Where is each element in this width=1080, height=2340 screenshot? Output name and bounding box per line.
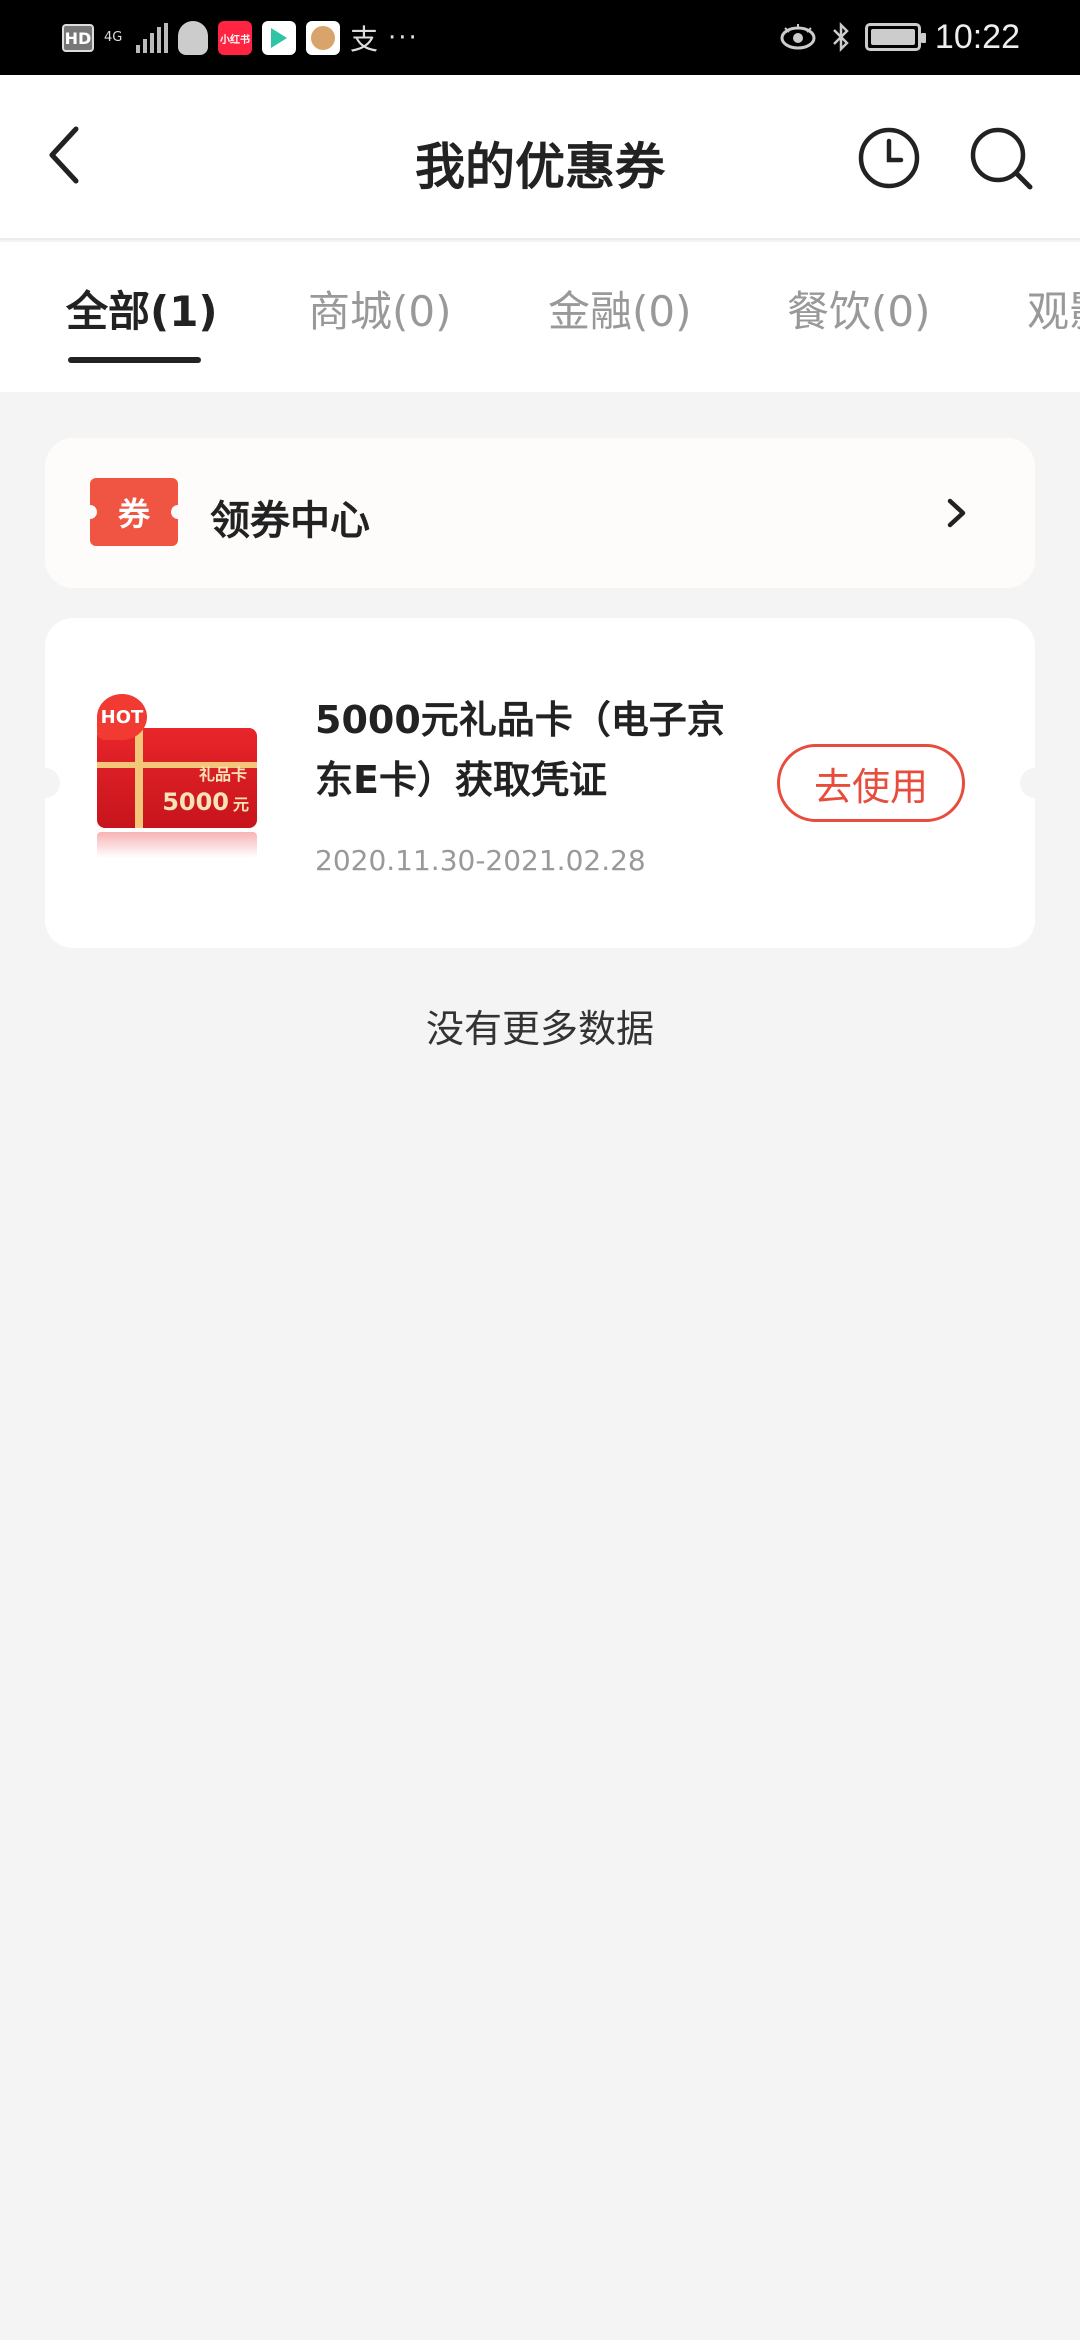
qq-icon [178, 21, 208, 55]
status-left: HD 4G 小红书 支 ··· [62, 18, 419, 58]
no-more-data-text: 没有更多数据 [425, 1007, 654, 1051]
clock: 10:22 [934, 17, 1020, 56]
more-notifications-icon: ··· [388, 23, 419, 53]
status-right: 10:22 [779, 14, 1020, 60]
battery-icon [864, 23, 926, 51]
coupon-center-entry[interactable]: 券 领券中心 [45, 438, 1035, 588]
chevron-right-icon [947, 498, 966, 528]
gift-card-image: 礼品卡 5000 元 [97, 728, 257, 858]
tab-mall[interactable]: 商城(0) [308, 278, 452, 339]
coupon-date-range: 2020.11.30-2021.02.28 [315, 844, 646, 877]
tab-dining[interactable]: 餐饮(0) [787, 278, 931, 339]
gift-card-unit: 元 [233, 795, 249, 814]
search-button[interactable] [968, 125, 1034, 191]
card-notch-right [1020, 768, 1050, 798]
clock-icon [858, 127, 920, 189]
video-app-icon [262, 21, 296, 55]
coupon-badge-icon: 券 [83, 478, 185, 546]
signal-icon [136, 23, 168, 53]
coupon-title: 5000元礼品卡（电子京东E卡）获取凭证 [315, 698, 725, 802]
card-notch-left [30, 768, 60, 798]
title-bar: 我的优惠券 [0, 75, 1080, 240]
tab-all[interactable]: 全部(1) [66, 278, 218, 339]
category-tabs: 全部(1) 商城(0) 金融(0) 餐饮(0) 观影 [0, 242, 1080, 392]
bluetooth-icon [833, 21, 849, 53]
tab-movies[interactable]: 观影 [1027, 278, 1080, 339]
use-coupon-button[interactable]: 去使用 [777, 744, 965, 822]
xiaohongshu-icon: 小红书 [218, 21, 252, 55]
hd-icon: HD [62, 24, 94, 52]
history-button[interactable] [856, 125, 922, 191]
network-type: 4G [104, 30, 123, 45]
alipay-icon: 支 [350, 23, 379, 56]
tab-active-indicator [68, 357, 201, 363]
gift-card-amount: 5000 [162, 788, 229, 816]
tab-finance[interactable]: 金融(0) [548, 278, 692, 339]
coupon-center-label: 领券中心 [210, 498, 370, 544]
status-bar: HD 4G 小红书 支 ··· 10:22 [0, 0, 1080, 75]
hot-badge: HOT [97, 694, 147, 740]
search-icon [970, 127, 1033, 190]
eye-comfort-icon [780, 24, 816, 50]
gift-card-name: 礼品卡 [199, 765, 247, 784]
app-icon [306, 21, 340, 55]
coupon-card: 礼品卡 5000 元 HOT 5000元礼品卡（电子京东E卡）获取凭证 2020… [30, 618, 1050, 948]
